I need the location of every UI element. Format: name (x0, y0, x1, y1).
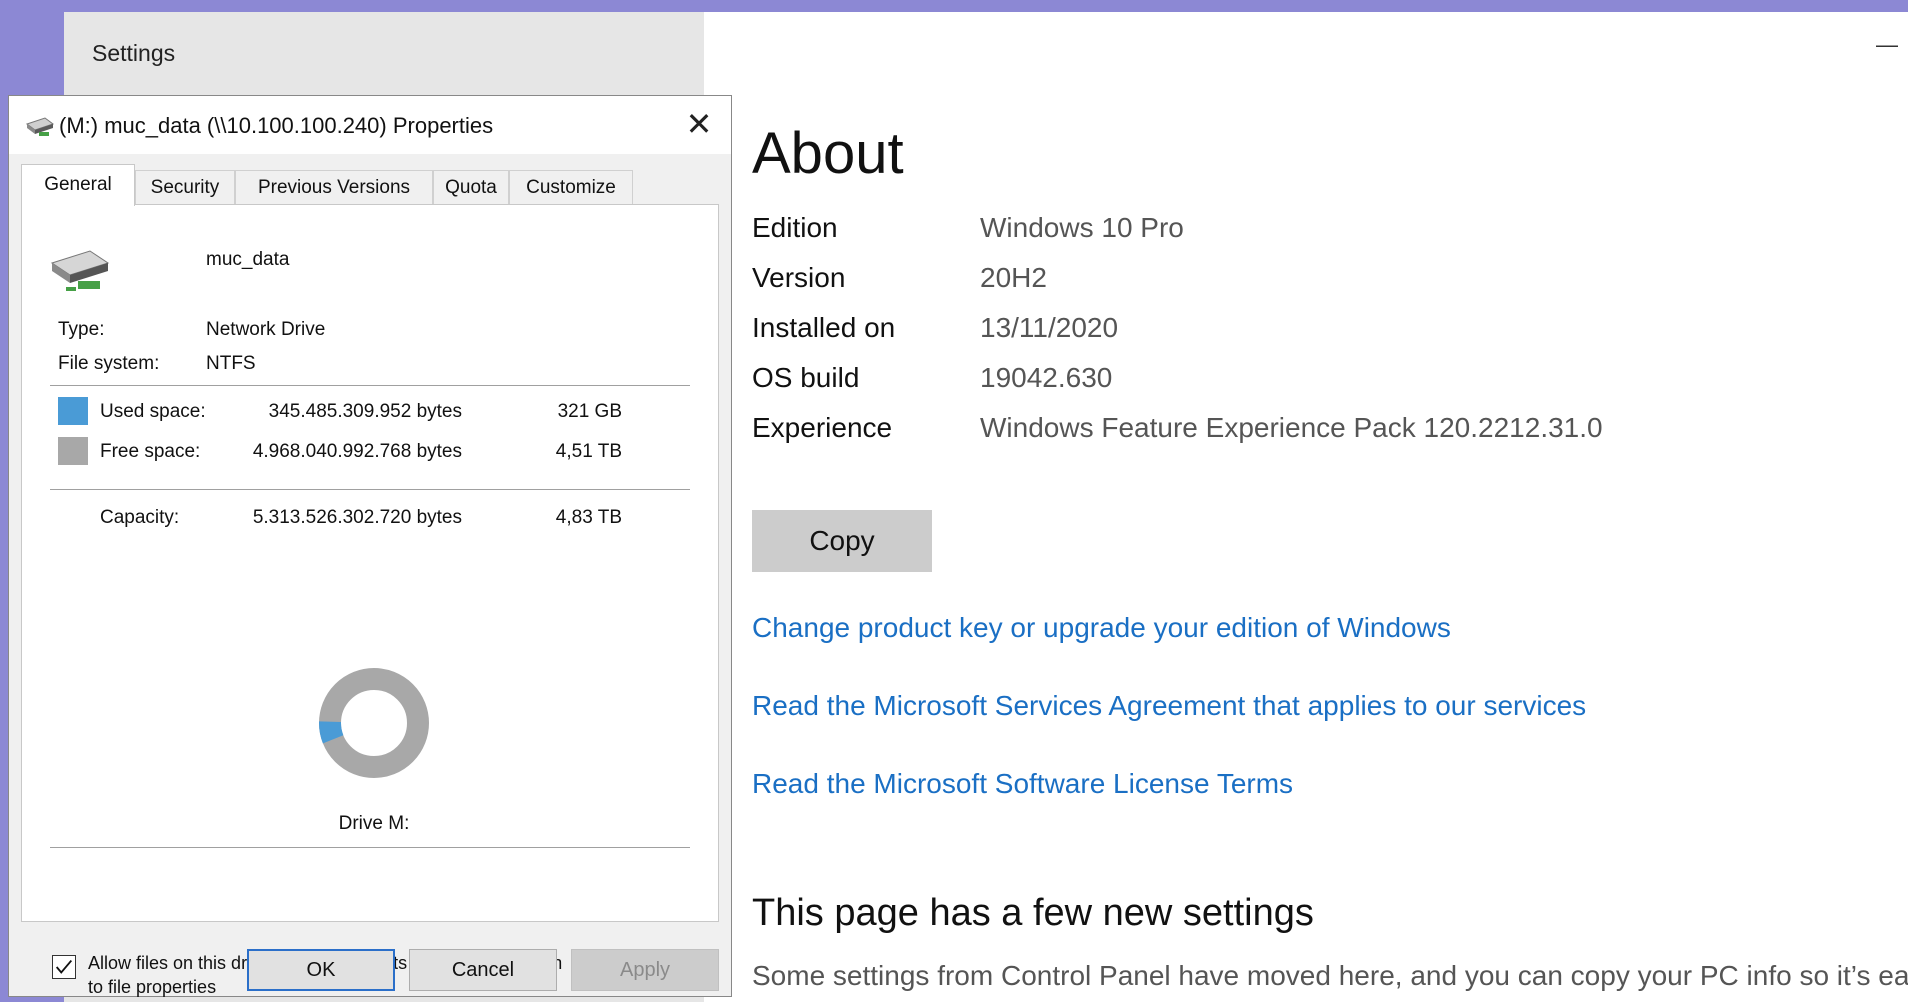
type-value: Network Drive (206, 319, 326, 340)
spec-value: 13/11/2020 (980, 312, 1119, 343)
spec-value: 20H2 (980, 262, 1047, 293)
spec-value: 19042.630 (980, 362, 1113, 393)
spec-label: Version (752, 262, 846, 293)
spec-label: Experience (752, 412, 893, 443)
divider (50, 847, 690, 848)
free-space-ring (319, 668, 429, 778)
free-space-label: Free space: (100, 441, 201, 462)
tab-security[interactable]: Security (135, 170, 235, 204)
free-space-swatch (58, 437, 88, 465)
used-space-size: 321 GB (557, 401, 622, 422)
used-space-label: Used space: (100, 401, 206, 422)
spec-label: Edition (752, 212, 838, 243)
copy-button[interactable]: Copy (752, 510, 932, 572)
drive-name: muc_data (206, 249, 290, 270)
type-label: Type: (58, 319, 105, 340)
free-space-size: 4,51 TB (555, 441, 622, 462)
tab-previous-versions[interactable]: Previous Versions (235, 170, 433, 204)
spec-value: Windows Feature Experience Pack 120.2212… (980, 412, 1603, 443)
services-agreement-link[interactable]: Read the Microsoft Services Agreement th… (752, 690, 1586, 722)
network-drive-icon (25, 117, 55, 136)
change-product-key-link[interactable]: Change product key or upgrade your editi… (752, 612, 1451, 644)
tab-customize[interactable]: Customize (509, 170, 633, 204)
page-title: About (752, 121, 904, 186)
license-terms-link[interactable]: Read the Microsoft Software License Term… (752, 768, 1293, 800)
about-pane: About Edition Windows 10 Pro Version 20H… (752, 12, 1908, 1002)
divider (50, 489, 690, 490)
disk-usage-donut (319, 668, 429, 778)
network-drive-icon (50, 250, 110, 291)
tab-general[interactable]: General (21, 164, 135, 206)
free-space-bytes: 4.968.040.992.768 bytes (252, 441, 462, 462)
used-space-swatch (58, 397, 88, 425)
index-contents-checkbox[interactable] (52, 955, 76, 979)
spec-label: Installed on (752, 312, 896, 343)
capacity-size: 4,83 TB (555, 507, 622, 528)
spec-value: Windows 10 Pro (980, 212, 1184, 243)
file-system-label: File system: (58, 353, 160, 374)
cancel-button[interactable]: Cancel (409, 949, 557, 991)
checkmark-icon (55, 959, 73, 974)
divider (50, 385, 690, 386)
close-icon[interactable]: ✕ (677, 104, 721, 144)
spec-label: OS build (752, 362, 860, 393)
dialog-titlebar: (M:) muc_data (\\10.100.100.240) Propert… (9, 96, 731, 154)
index-contents-label-continued: to file properties (88, 977, 217, 997)
new-settings-description: Some settings from Control Panel have mo… (752, 960, 1908, 991)
drive-label: Drive M: (338, 813, 410, 834)
settings-window-title: Settings (92, 40, 176, 66)
file-system-value: NTFS (206, 353, 256, 374)
capacity-bytes: 5.313.526.302.720 bytes (252, 507, 462, 528)
used-space-bytes: 345.485.309.952 bytes (268, 401, 462, 422)
tab-quota[interactable]: Quota (433, 170, 509, 204)
ok-button[interactable]: OK (247, 949, 395, 991)
apply-button[interactable]: Apply (571, 949, 719, 991)
dialog-title: (M:) muc_data (\\10.100.100.240) Propert… (59, 113, 494, 138)
general-tab-panel: muc_data Type: Network Drive File system… (21, 204, 719, 997)
capacity-label: Capacity: (100, 507, 180, 528)
new-settings-heading: This page has a few new settings (752, 892, 1314, 934)
drive-properties-dialog: (M:) muc_data (\\10.100.100.240) Propert… (8, 95, 732, 997)
